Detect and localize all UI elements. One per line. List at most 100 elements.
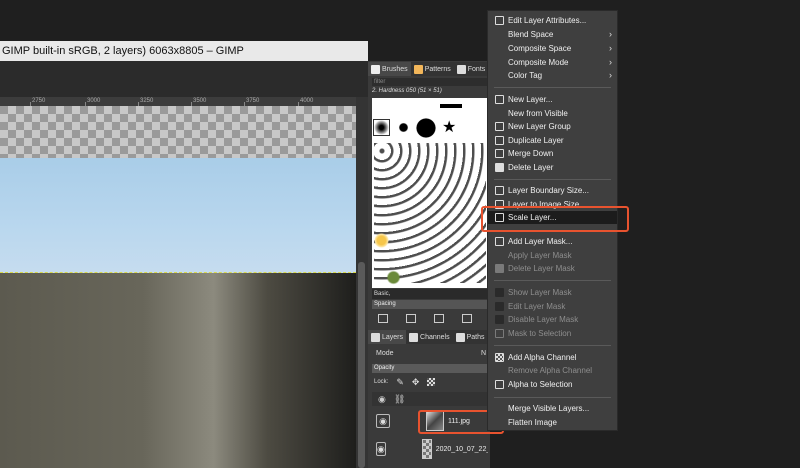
visibility-eye-icon[interactable]: ◉: [376, 442, 386, 456]
brush-toolbar: [372, 311, 488, 325]
brush-hardness-075[interactable]: [396, 120, 411, 135]
new-brush-icon[interactable]: [406, 313, 416, 323]
lock-label: Lock:: [374, 379, 389, 385]
visibility-eye-icon[interactable]: ◉: [376, 414, 390, 428]
tab-label: Layers: [382, 333, 404, 341]
brush-line[interactable]: [440, 104, 462, 108]
checkbox-icon: [495, 288, 504, 297]
lock-alpha-icon[interactable]: [427, 378, 436, 386]
mode-label: Mode: [376, 350, 394, 357]
opacity-slider[interactable]: Opacity: [372, 364, 488, 373]
ruler-tick-label: 3000: [87, 98, 101, 104]
menu-item-blend-space[interactable]: Blend Space ›: [488, 28, 617, 41]
tab-brushes[interactable]: Brushes: [368, 62, 411, 76]
tab-paths[interactable]: Paths: [453, 330, 488, 344]
edit-brush-icon[interactable]: [378, 313, 388, 323]
brush-star[interactable]: ★: [442, 120, 457, 136]
menu-item-composite-space[interactable]: Composite Space ›: [488, 42, 617, 55]
menu-item-add-layer-mask[interactable]: Add Layer Mask...: [488, 235, 617, 248]
chevron-right-icon: ›: [609, 57, 612, 67]
tab-label: Patterns: [424, 65, 451, 73]
brush-preset[interactable]: Basic,: [372, 289, 488, 299]
paths-icon: [455, 332, 465, 342]
selected-brush-name: 2. Hardness 050 (51 × 51): [372, 88, 442, 94]
brush-icon: [371, 64, 380, 74]
tab-patterns[interactable]: Patterns: [411, 62, 454, 76]
menu-item-mask-to-selection[interactable]: Mask to Selection: [488, 327, 617, 340]
menu-item-composite-mode[interactable]: Composite Mode ›: [488, 56, 617, 69]
ruler-tick-label: 3500: [193, 98, 207, 104]
ruler-tick-label: 3750: [246, 98, 260, 104]
menu-item-delete-layer-mask[interactable]: Delete Layer Mask: [488, 262, 617, 275]
menu-item-remove-alpha-channel[interactable]: Remove Alpha Channel: [488, 364, 617, 377]
new-layer-icon: [495, 95, 504, 104]
menu-item-apply-layer-mask[interactable]: Apply Layer Mask: [488, 249, 617, 262]
tab-label: Fonts: [467, 65, 486, 73]
menu-item-flatten-image[interactable]: Flatten Image: [488, 416, 617, 429]
brush-grass[interactable]: [386, 270, 401, 285]
mode-value: N: [480, 350, 486, 357]
duplicate-brush-icon[interactable]: [434, 313, 444, 323]
menu-item-add-alpha-channel[interactable]: Add Alpha Channel: [488, 351, 617, 364]
spacing-slider[interactable]: Spacing: [372, 300, 488, 309]
layers-tabbar: Layers Channels Paths: [368, 330, 490, 344]
menu-item-color-tag[interactable]: Color Tag ›: [488, 69, 617, 82]
menu-item-alpha-to-selection[interactable]: Alpha to Selection: [488, 378, 617, 391]
layer-mode-select[interactable]: Mode N: [372, 348, 488, 360]
layer-thumbnail: [421, 439, 432, 459]
delete-brush-icon[interactable]: [462, 313, 472, 323]
menu-item-disable-layer-mask[interactable]: Disable Layer Mask: [488, 313, 617, 326]
layer-name[interactable]: 2020_10_07_22_49_IMG_9504.JI: [436, 446, 488, 453]
layer-row[interactable]: ◉ 2020_10_07_22_49_IMG_9504.JI: [372, 436, 488, 462]
merge-down-icon: [495, 149, 504, 158]
menu-separator: [494, 179, 611, 180]
brush-hardness-050[interactable]: [373, 119, 390, 136]
image-ground-region[interactable]: [0, 273, 356, 468]
brush-hardness-100[interactable]: [416, 118, 436, 138]
menu-item-new-layer-group[interactable]: New Layer Group: [488, 120, 617, 133]
pattern-icon: [413, 64, 423, 74]
image-sky-region[interactable]: [0, 158, 356, 273]
channels-icon: [409, 332, 419, 342]
layers-header: ◉ ⛓: [372, 392, 488, 406]
eye-header-icon: ◉: [378, 393, 386, 404]
delete-mask-icon: [495, 264, 504, 273]
edit-attributes-icon: [495, 16, 504, 25]
lock-pixels-icon[interactable]: ✎: [396, 376, 404, 388]
chevron-right-icon: ›: [609, 43, 612, 53]
highlight-box-scale-layer: [481, 206, 629, 232]
menu-item-edit-layer-mask[interactable]: Edit Layer Mask: [488, 300, 617, 313]
brush-texture-set[interactable]: [374, 143, 486, 283]
ruler-tick-label: 2750: [32, 98, 46, 104]
alpha-icon: [495, 353, 504, 362]
menu-item-merge-down[interactable]: Merge Down: [488, 147, 617, 160]
menu-item-edit-layer-attributes[interactable]: Edit Layer Attributes...: [488, 14, 617, 27]
horizontal-ruler: 2750 3000 3250 3500 3750 4000: [0, 97, 356, 106]
menu-item-duplicate-layer[interactable]: Duplicate Layer: [488, 134, 617, 147]
transparent-region[interactable]: [0, 106, 356, 158]
menu-item-show-layer-mask[interactable]: Show Layer Mask: [488, 286, 617, 299]
menu-item-delete-layer[interactable]: Delete Layer: [488, 161, 617, 174]
tab-layers[interactable]: Layers: [368, 330, 407, 344]
tab-channels[interactable]: Channels: [406, 330, 453, 344]
scrollbar-thumb[interactable]: [358, 262, 365, 468]
alpha-selection-icon: [495, 380, 504, 389]
menu-separator: [494, 280, 611, 281]
layer-boundary-marching-ants: [0, 272, 356, 273]
menu-item-new-from-visible[interactable]: New from Visible: [488, 107, 617, 120]
brush-pepper[interactable]: [374, 233, 389, 248]
duplicate-icon: [495, 136, 504, 145]
tab-fonts[interactable]: Fonts: [454, 62, 489, 76]
menu-separator: [494, 345, 611, 346]
add-mask-icon: [495, 237, 504, 246]
brush-grid[interactable]: ★: [372, 98, 488, 288]
brush-filter-input[interactable]: filter: [372, 78, 488, 86]
menu-item-merge-visible-layers[interactable]: Merge Visible Layers...: [488, 402, 617, 415]
lock-row: Lock: ✎ ✥: [372, 376, 488, 388]
menu-item-new-layer[interactable]: New Layer...: [488, 93, 617, 106]
menu-item-layer-boundary-size[interactable]: Layer Boundary Size...: [488, 184, 617, 197]
tab-label: Paths: [466, 333, 485, 341]
checkbox-icon: [495, 302, 504, 311]
lock-position-icon[interactable]: ✥: [412, 376, 420, 388]
brushes-tabbar: Brushes Patterns Fonts: [368, 62, 490, 76]
